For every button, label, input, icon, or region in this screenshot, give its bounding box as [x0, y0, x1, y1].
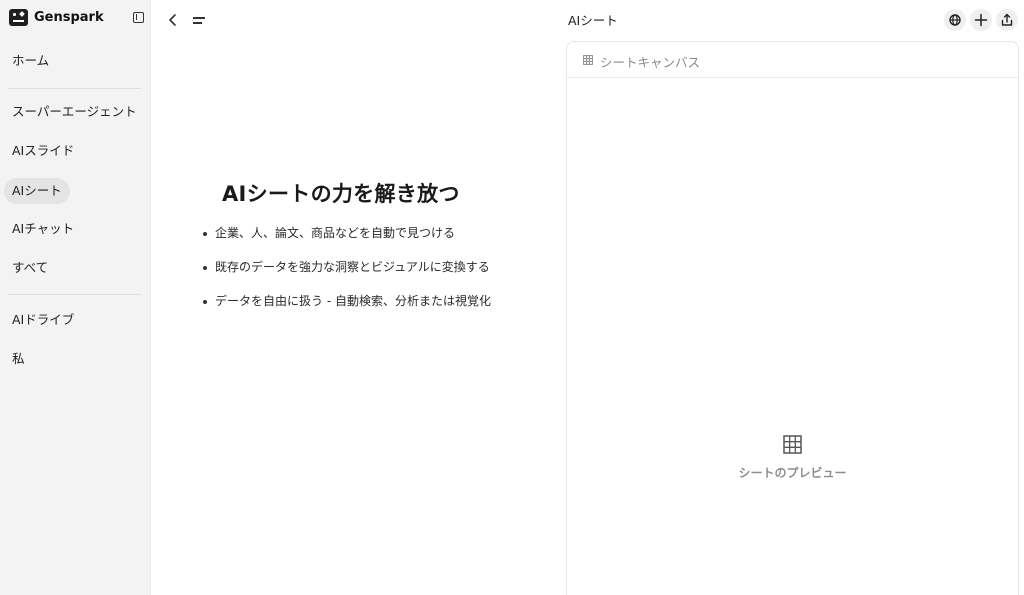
sidebar-divider [8, 88, 141, 89]
sidebar-item-all[interactable]: すべて [4, 255, 56, 281]
menu-icon[interactable] [193, 14, 207, 26]
feature-item: 既存のデータを強力な洞察とビジュアルに変換する [202, 260, 491, 294]
preview-label: シートのプレビュー [738, 466, 847, 480]
canvas-header: シートキャンバス [567, 42, 1018, 78]
share-button[interactable] [996, 9, 1018, 31]
brand[interactable]: Genspark [9, 9, 104, 26]
page-title: AIシート [568, 13, 618, 28]
sheet-canvas-panel: シートキャンバス シートのプレビュー [566, 41, 1019, 595]
hero-title: AIシートの力を解き放つ [222, 182, 460, 206]
sidebar-item-me[interactable]: 私 [4, 346, 33, 372]
feature-item: 企業、人、論文、商品などを自動で見つける [202, 226, 491, 260]
add-button[interactable] [970, 9, 992, 31]
sidebar-item-ai-sheets[interactable]: AIシート [4, 178, 70, 204]
sidebar-item-home[interactable]: ホーム [4, 48, 57, 74]
sidebar-toggle-icon[interactable] [133, 12, 144, 23]
globe-icon [949, 14, 961, 26]
chevron-left-icon[interactable] [166, 12, 180, 28]
brand-name: Genspark [34, 10, 104, 25]
globe-button[interactable] [944, 9, 966, 31]
genspark-logo-icon [9, 9, 28, 26]
sidebar-item-ai-drive[interactable]: AIドライブ [4, 307, 82, 333]
sidebar: Genspark ホーム スーパーエージェント AIスライド AIシート AIチ… [0, 0, 151, 595]
sidebar-item-super-agent[interactable]: スーパーエージェント [4, 99, 145, 125]
grid-icon [783, 435, 802, 454]
feature-item: データを自由に扱う - 自動検索、分析または視覚化 [202, 294, 491, 328]
sidebar-divider [8, 294, 141, 295]
grid-icon [583, 55, 593, 65]
sidebar-item-ai-chat[interactable]: AIチャット [4, 216, 82, 242]
plus-icon [974, 13, 988, 27]
feature-list: 企業、人、論文、商品などを自動で見つける 既存のデータを強力な洞察とビジュアルに… [202, 226, 491, 328]
sidebar-item-ai-slides[interactable]: AIスライド [4, 138, 82, 164]
share-icon [1001, 13, 1013, 26]
canvas-header-label: シートキャンバス [600, 55, 701, 70]
